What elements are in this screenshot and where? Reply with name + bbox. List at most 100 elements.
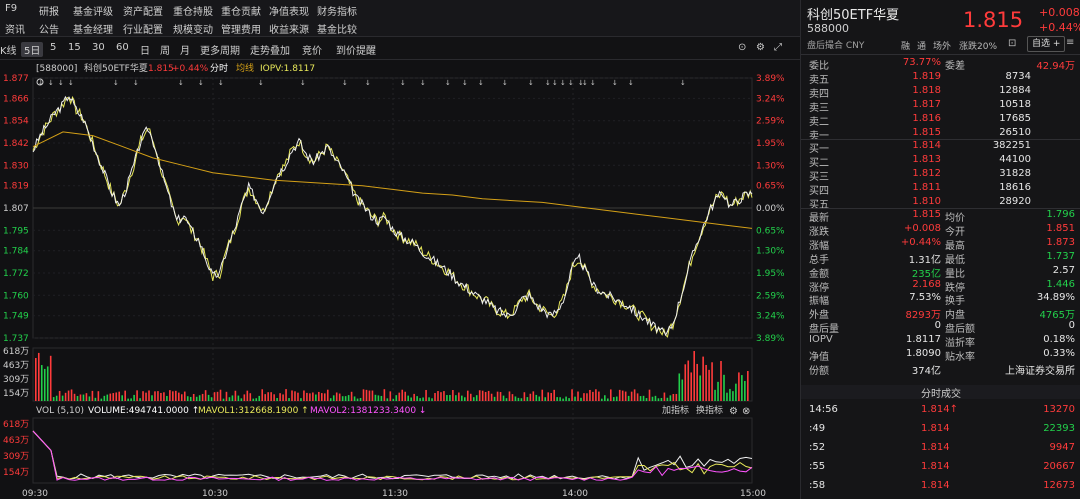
- circle-chevron-icon[interactable]: ⊙: [738, 42, 746, 53]
- event-marker: ↓: [478, 79, 484, 87]
- volume-bar: [592, 391, 594, 401]
- volume-bar: [401, 389, 404, 401]
- pct-tick-label: 3.24%: [756, 94, 785, 104]
- volume-bar: [675, 393, 678, 401]
- period-10[interactable]: 走势叠加: [250, 42, 290, 57]
- toolbar1-item-1[interactable]: 研报: [39, 3, 59, 18]
- volume-bar: [258, 395, 261, 401]
- price-tick-label: 1.795: [3, 226, 29, 236]
- pct-tick-label: 0.65%: [756, 226, 785, 236]
- toolbar1-item-2[interactable]: 基金评级: [73, 3, 113, 18]
- volume-bar: [303, 390, 305, 401]
- volume-bar: [237, 395, 240, 401]
- volume-bar: [583, 393, 585, 401]
- add-indicator-button[interactable]: 加指标: [662, 404, 689, 416]
- stat-label: IOPV: [809, 334, 833, 346]
- indicator-close-icon[interactable]: ⊗: [742, 406, 750, 417]
- stat-label: 盘后量: [809, 324, 839, 336]
- toolbar1-item-5[interactable]: 重仓贡献: [221, 3, 261, 18]
- period-5[interactable]: 60: [116, 42, 129, 53]
- period-11[interactable]: 竞价: [302, 42, 322, 57]
- period-7[interactable]: 周: [160, 42, 170, 57]
- volume-bar: [112, 393, 115, 401]
- toolbar2-item-0[interactable]: 资讯: [5, 21, 25, 36]
- tape-volume: 22393: [1043, 423, 1075, 434]
- settings-icon[interactable]: ⚙: [756, 42, 765, 53]
- toolbar2-item-1[interactable]: 公告: [39, 21, 59, 36]
- period-9[interactable]: 更多周期: [200, 42, 240, 57]
- toolbar2-item-7[interactable]: 基金比较: [317, 21, 357, 36]
- indicator-settings-icon[interactable]: ⚙: [729, 406, 738, 417]
- toolbar2-item-3[interactable]: 行业配置: [123, 21, 163, 36]
- volume-bar: [672, 393, 675, 401]
- pct-tick-label: 3.24%: [756, 312, 785, 322]
- volume-bar: [285, 389, 287, 401]
- volume-bar: [85, 393, 88, 401]
- volume-bar: [64, 392, 67, 401]
- bid-price: 1.812: [912, 168, 941, 179]
- volume-bar: [166, 395, 168, 401]
- event-marker: ↓: [198, 79, 204, 87]
- stat-value: 235亿: [911, 268, 941, 280]
- toolbar1-item-0[interactable]: F9: [5, 3, 17, 14]
- ask-price: 1.816: [912, 113, 941, 124]
- volume-bar: [499, 392, 502, 401]
- stat-value: 8293万: [905, 310, 941, 322]
- volume-bar: [297, 392, 299, 401]
- volume-bar: [508, 391, 511, 401]
- period-0[interactable]: K线: [0, 42, 17, 57]
- period-1[interactable]: 5日: [21, 42, 44, 57]
- more-icon[interactable]: ≡: [1066, 37, 1074, 48]
- volume-bar: [601, 398, 603, 401]
- toolbar1-item-3[interactable]: 资产配置: [123, 3, 163, 18]
- pin-icon[interactable]: ⊡: [1008, 38, 1016, 49]
- stat-label: 贴水率: [945, 352, 975, 363]
- stat-row: 涨幅 +0.44% 最高 1.873: [801, 236, 1080, 252]
- toolbar2-item-4[interactable]: 规模变动: [173, 21, 213, 36]
- chart-price: 1.815: [148, 64, 174, 74]
- stat-label: 份额: [809, 365, 829, 377]
- volume-bar: [82, 394, 85, 401]
- event-marker: ↓: [400, 79, 406, 87]
- toolbar1-item-6[interactable]: 净值表现: [269, 3, 309, 18]
- volume-bar: [246, 390, 249, 401]
- stat-label: 溢折率: [945, 338, 975, 350]
- add-watchlist-button[interactable]: 自选 +: [1027, 36, 1066, 52]
- toolbar2-item-5[interactable]: 管理费用: [221, 21, 261, 36]
- volume-bar: [172, 391, 174, 401]
- switch-indicator-button[interactable]: 换指标: [696, 404, 723, 416]
- period-8[interactable]: 月: [180, 42, 190, 57]
- volume-bar: [577, 391, 579, 401]
- volume-bar: [547, 392, 550, 401]
- toolbar1-item-4[interactable]: 重仓持股: [173, 3, 213, 18]
- toolbar2-item-2[interactable]: 基金经理: [73, 21, 113, 36]
- period-2[interactable]: 5: [50, 42, 56, 53]
- volume-bar: [40, 365, 43, 401]
- toolbar2-item-6[interactable]: 收益来源: [269, 21, 309, 36]
- volume-bar: [392, 398, 395, 401]
- intraday-chart[interactable]: 1.877 3.89% 1.866 3.24% 1.854 2.59% 1.842 1.95%…: [0, 58, 800, 499]
- stat-value: 1.873: [1046, 236, 1075, 248]
- volume-bar: [291, 390, 293, 401]
- period-4[interactable]: 30: [92, 42, 105, 53]
- period-6[interactable]: 日: [140, 42, 150, 57]
- time-tick-label: 15:00: [740, 489, 766, 499]
- volume-bar: [383, 389, 386, 401]
- volume-bar: [669, 395, 672, 401]
- toolbar1-item-7[interactable]: 财务指标: [317, 3, 357, 18]
- volume-bar: [362, 389, 365, 401]
- volume-bar: [231, 395, 234, 401]
- period-3[interactable]: 15: [68, 42, 81, 53]
- volume-bar: [493, 396, 496, 401]
- volume-bar: [180, 394, 183, 401]
- bid-volume: 382251: [992, 140, 1031, 151]
- event-marker: ↓: [133, 79, 139, 87]
- volume-bar: [353, 396, 356, 401]
- ask-volume: 26510: [999, 127, 1031, 138]
- volume-bar: [404, 391, 407, 401]
- fullscreen-icon[interactable]: ⤢: [774, 42, 782, 53]
- period-12[interactable]: 到价提醒: [336, 42, 376, 57]
- volume-bar: [228, 397, 231, 401]
- tag-limit: 涨跌20%: [959, 42, 998, 52]
- fund-code: 588000: [807, 22, 849, 35]
